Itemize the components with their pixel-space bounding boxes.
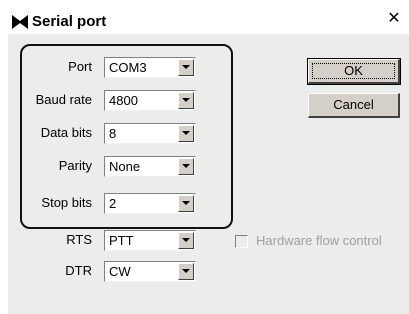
cancel-button-label: Cancel — [333, 97, 374, 112]
focus-rectangle — [312, 63, 395, 79]
cancel-button[interactable]: Cancel — [308, 93, 400, 118]
window-title: Serial port — [32, 13, 107, 30]
title-bar: Serial port ✕ — [0, 0, 409, 34]
port-label: Port — [68, 59, 92, 74]
dtr-label: DTR — [65, 263, 92, 278]
rts-label: RTS — [66, 232, 92, 247]
chevron-down-icon[interactable] — [178, 263, 194, 280]
baud-rate-dropdown[interactable]: 4800 — [104, 90, 196, 111]
baud-rate-value: 4800 — [109, 93, 138, 108]
parity-value: None — [109, 159, 141, 174]
stop-bits-dropdown[interactable]: 2 — [104, 193, 196, 214]
port-value: COM3 — [109, 60, 147, 75]
port-dropdown[interactable]: COM3 — [104, 57, 196, 78]
parity-label: Parity — [58, 158, 92, 173]
data-bits-dropdown[interactable]: 8 — [104, 123, 196, 144]
baud-rate-label: Baud rate — [35, 92, 92, 107]
data-bits-label: Data bits — [40, 125, 92, 140]
close-icon[interactable]: ✕ — [385, 10, 403, 28]
chevron-down-icon[interactable] — [178, 92, 194, 109]
dtr-value: CW — [109, 264, 131, 279]
chevron-down-icon[interactable] — [178, 158, 194, 175]
chevron-down-icon[interactable] — [178, 125, 194, 142]
chevron-down-icon[interactable] — [178, 59, 194, 76]
rts-dropdown[interactable]: PTT — [104, 230, 196, 251]
data-bits-value: 8 — [109, 126, 117, 141]
hardware-flow-control-label: Hardware flow control — [256, 233, 382, 248]
bowtie-app-icon — [12, 15, 28, 29]
chevron-down-icon[interactable] — [178, 195, 194, 212]
ok-button[interactable]: OK — [307, 58, 401, 85]
rts-value: PTT — [109, 233, 134, 248]
parity-dropdown[interactable]: None — [104, 156, 196, 177]
stop-bits-label: Stop bits — [41, 195, 92, 210]
hardware-flow-control-checkbox[interactable] — [235, 235, 248, 248]
chevron-down-icon[interactable] — [178, 232, 194, 249]
dtr-dropdown[interactable]: CW — [104, 261, 196, 282]
stop-bits-value: 2 — [109, 196, 117, 211]
